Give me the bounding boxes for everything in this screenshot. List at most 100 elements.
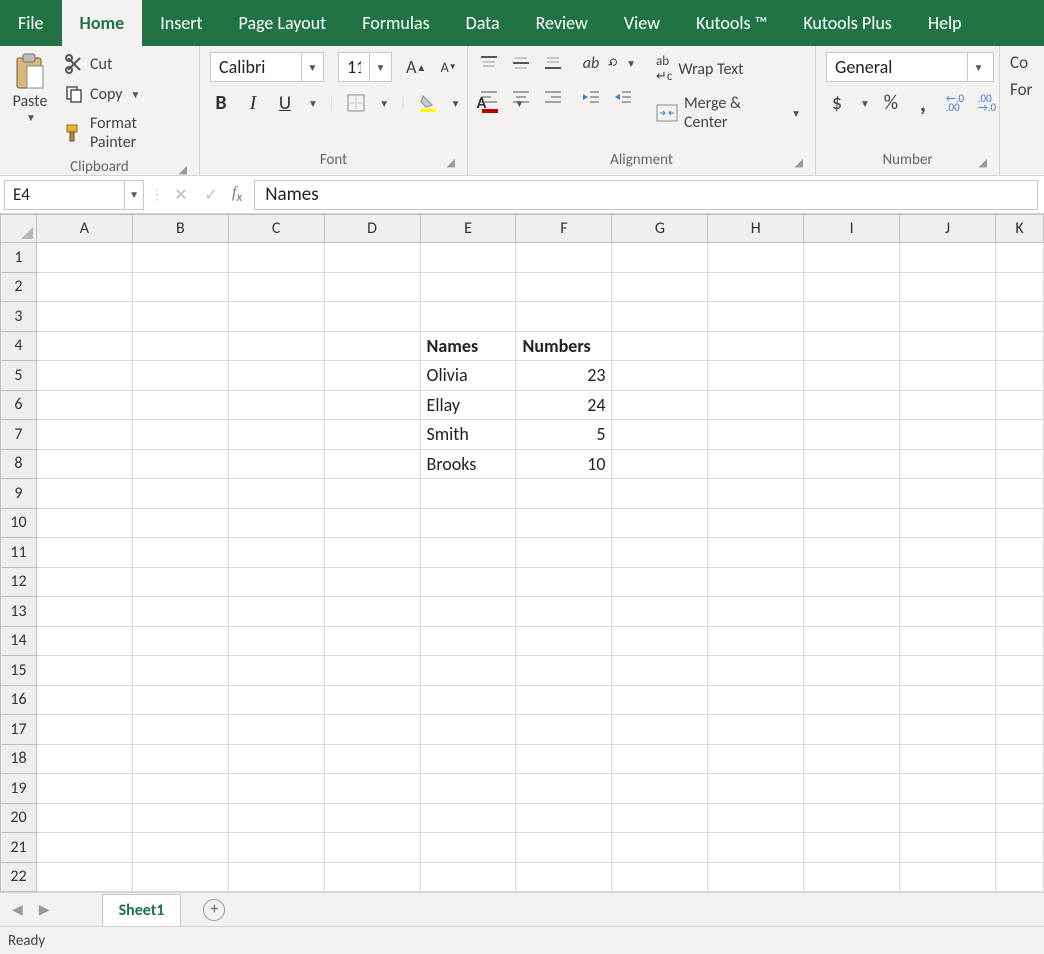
cell[interactable] xyxy=(612,715,708,745)
row-header[interactable]: 12 xyxy=(1,567,37,597)
cell[interactable] xyxy=(900,833,996,863)
sheet-nav-next[interactable]: ▶ xyxy=(35,901,54,918)
chevron-down-icon[interactable]: ▼ xyxy=(124,181,143,209)
cancel-formula-button[interactable]: ✕ xyxy=(166,185,196,205)
cell[interactable] xyxy=(900,243,996,273)
cell[interactable] xyxy=(708,420,804,450)
cell[interactable] xyxy=(900,538,996,568)
cell[interactable] xyxy=(996,803,1044,833)
cell[interactable] xyxy=(900,774,996,804)
cell[interactable] xyxy=(324,833,420,863)
sheet-nav-prev[interactable]: ◀ xyxy=(8,901,27,918)
cell[interactable] xyxy=(516,272,612,302)
cell[interactable] xyxy=(900,715,996,745)
cell[interactable] xyxy=(804,538,900,568)
cell[interactable] xyxy=(996,243,1044,273)
cell[interactable] xyxy=(516,833,612,863)
cell[interactable] xyxy=(516,302,612,332)
cell[interactable] xyxy=(324,774,420,804)
cell[interactable] xyxy=(804,361,900,391)
align-center-button[interactable] xyxy=(510,86,532,108)
cell[interactable] xyxy=(612,774,708,804)
cell[interactable] xyxy=(420,626,516,656)
column-header[interactable]: F xyxy=(516,215,612,243)
row-header[interactable]: 1 xyxy=(1,243,37,273)
cell[interactable] xyxy=(228,833,324,863)
cell[interactable] xyxy=(516,803,612,833)
cell[interactable]: Ellay xyxy=(420,390,516,420)
cell[interactable] xyxy=(612,420,708,450)
cell[interactable] xyxy=(804,597,900,627)
cell[interactable] xyxy=(708,243,804,273)
chevron-down-icon[interactable]: ▼ xyxy=(369,53,391,81)
cell[interactable] xyxy=(420,685,516,715)
cell[interactable] xyxy=(36,331,132,361)
select-all-corner[interactable] xyxy=(1,215,37,243)
cell[interactable]: Names xyxy=(420,331,516,361)
dialog-launcher-icon[interactable]: ◢ xyxy=(447,156,455,169)
cell[interactable] xyxy=(132,803,228,833)
cell[interactable] xyxy=(36,567,132,597)
cell[interactable] xyxy=(804,567,900,597)
cell[interactable] xyxy=(612,302,708,332)
cell[interactable] xyxy=(708,626,804,656)
accounting-format-button[interactable]: $ xyxy=(826,92,848,114)
cell[interactable] xyxy=(132,243,228,273)
cell[interactable] xyxy=(36,715,132,745)
cell[interactable] xyxy=(132,390,228,420)
cell[interactable] xyxy=(420,243,516,273)
cell[interactable] xyxy=(132,862,228,892)
cell[interactable] xyxy=(996,626,1044,656)
cell[interactable] xyxy=(900,479,996,509)
cell[interactable] xyxy=(228,567,324,597)
cell[interactable] xyxy=(900,626,996,656)
format-painter-button[interactable]: Format Painter xyxy=(60,112,189,154)
cell[interactable]: 10 xyxy=(516,449,612,479)
cell[interactable] xyxy=(516,479,612,509)
cell[interactable] xyxy=(324,272,420,302)
align-top-button[interactable] xyxy=(478,52,500,74)
cell[interactable]: 5 xyxy=(516,420,612,450)
cell[interactable] xyxy=(804,449,900,479)
chevron-down-icon[interactable]: ▼ xyxy=(301,53,323,81)
row-header[interactable]: 20 xyxy=(1,803,37,833)
decrease-indent-button[interactable] xyxy=(580,86,602,108)
cell[interactable] xyxy=(804,774,900,804)
cell[interactable] xyxy=(804,685,900,715)
column-header[interactable]: I xyxy=(804,215,900,243)
cell[interactable] xyxy=(132,626,228,656)
cell[interactable] xyxy=(516,656,612,686)
cell[interactable] xyxy=(132,744,228,774)
cell[interactable] xyxy=(708,833,804,863)
cell[interactable] xyxy=(132,833,228,863)
cell[interactable] xyxy=(612,390,708,420)
cell[interactable]: 24 xyxy=(516,390,612,420)
cell[interactable] xyxy=(132,361,228,391)
cell[interactable] xyxy=(804,302,900,332)
formula-input[interactable] xyxy=(255,181,1037,209)
cell[interactable] xyxy=(516,626,612,656)
cell[interactable] xyxy=(804,715,900,745)
cell[interactable]: 23 xyxy=(516,361,612,391)
cell[interactable] xyxy=(804,626,900,656)
cell[interactable] xyxy=(36,597,132,627)
cell[interactable] xyxy=(708,715,804,745)
cell[interactable] xyxy=(228,715,324,745)
row-header[interactable]: 22 xyxy=(1,862,37,892)
cell[interactable] xyxy=(324,302,420,332)
cell[interactable] xyxy=(708,390,804,420)
cell[interactable] xyxy=(900,508,996,538)
cell[interactable] xyxy=(516,715,612,745)
cell[interactable] xyxy=(612,626,708,656)
cell[interactable] xyxy=(36,862,132,892)
cell[interactable] xyxy=(900,597,996,627)
cell[interactable] xyxy=(324,449,420,479)
row-header[interactable]: 9 xyxy=(1,479,37,509)
row-header[interactable]: 18 xyxy=(1,744,37,774)
italic-button[interactable]: I xyxy=(242,92,264,114)
cell[interactable] xyxy=(900,567,996,597)
cell[interactable] xyxy=(804,833,900,863)
cell[interactable] xyxy=(804,243,900,273)
cell[interactable] xyxy=(900,361,996,391)
cell[interactable] xyxy=(804,390,900,420)
